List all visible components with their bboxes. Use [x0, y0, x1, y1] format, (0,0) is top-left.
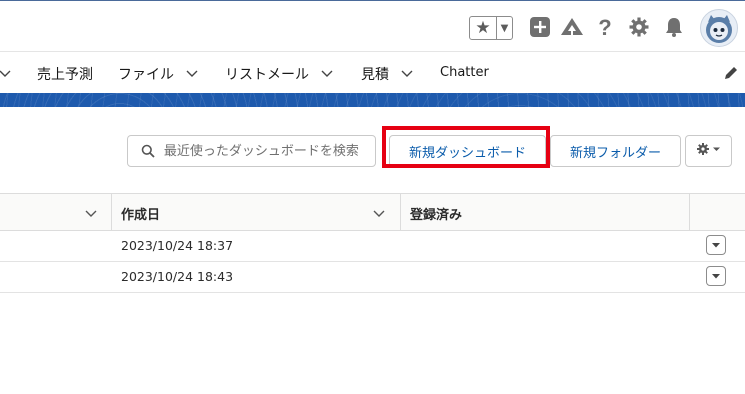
trailhead-icon[interactable]: [559, 14, 585, 40]
column-header-subscribed[interactable]: 登録済み: [410, 204, 462, 223]
row-actions-button[interactable]: [706, 235, 726, 255]
nav-item-forecast[interactable]: 売上予測: [37, 64, 93, 84]
chevron-down-icon[interactable]: [372, 206, 386, 220]
nav-item-list-email[interactable]: リストメール: [225, 64, 309, 84]
dashboard-search-input[interactable]: [161, 142, 375, 160]
created-date-cell: 2023/10/24 18:43: [121, 269, 234, 284]
created-date-cell: 2023/10/24 18:37: [121, 238, 234, 253]
column-divider: [689, 194, 690, 231]
chevron-down-icon[interactable]: [0, 66, 12, 80]
column-header-created-date[interactable]: 作成日: [121, 204, 160, 223]
chevron-down-icon[interactable]: [400, 66, 414, 80]
new-dashboard-button[interactable]: 新規ダッシュボード: [389, 135, 546, 167]
gear-icon: [696, 142, 722, 160]
caret-down-icon[interactable]: ▼: [497, 17, 512, 39]
setup-gear-icon[interactable]: [626, 14, 652, 40]
search-icon: [138, 141, 158, 161]
column-divider: [400, 194, 401, 231]
app-navigation-bar: 売上予測 ファイル リストメール 見積 Chatter: [0, 52, 745, 94]
chevron-down-icon[interactable]: [320, 66, 334, 80]
chevron-down-icon[interactable]: [84, 206, 98, 220]
pencil-icon[interactable]: [723, 65, 739, 81]
table-row: 2023/10/24 18:37: [0, 231, 745, 262]
chevron-down-icon[interactable]: [185, 66, 199, 80]
notification-bell-icon[interactable]: [661, 14, 687, 40]
star-icon[interactable]: ★: [470, 17, 497, 39]
plus-box-icon[interactable]: [527, 14, 553, 40]
svg-text:?: ?: [598, 15, 611, 39]
dashboard-search: [127, 135, 376, 167]
nav-item-quotes[interactable]: 見積: [361, 64, 389, 84]
column-divider: [111, 194, 112, 231]
caret-down-icon: [712, 243, 720, 248]
nav-item-files[interactable]: ファイル: [118, 64, 174, 84]
favorites-button-group[interactable]: ★ ▼: [469, 16, 513, 40]
new-folder-button[interactable]: 新規フォルダー: [550, 135, 681, 167]
row-actions-button[interactable]: [706, 266, 726, 286]
nav-item-chatter[interactable]: Chatter: [440, 65, 489, 80]
table-header: 作成日 登録済み: [0, 193, 745, 231]
help-icon[interactable]: ?: [592, 14, 618, 40]
caret-down-icon: [712, 274, 720, 279]
user-avatar-icon[interactable]: [700, 9, 738, 47]
brand-band: [0, 93, 745, 107]
list-settings-button[interactable]: [685, 135, 732, 167]
global-header: ★ ▼ ?: [0, 0, 745, 52]
table-row: 2023/10/24 18:43: [0, 262, 745, 293]
dashboards-list-panel: 新規ダッシュボード 新規フォルダー 作成日 登録済み 2023/10/24 18…: [0, 107, 745, 394]
